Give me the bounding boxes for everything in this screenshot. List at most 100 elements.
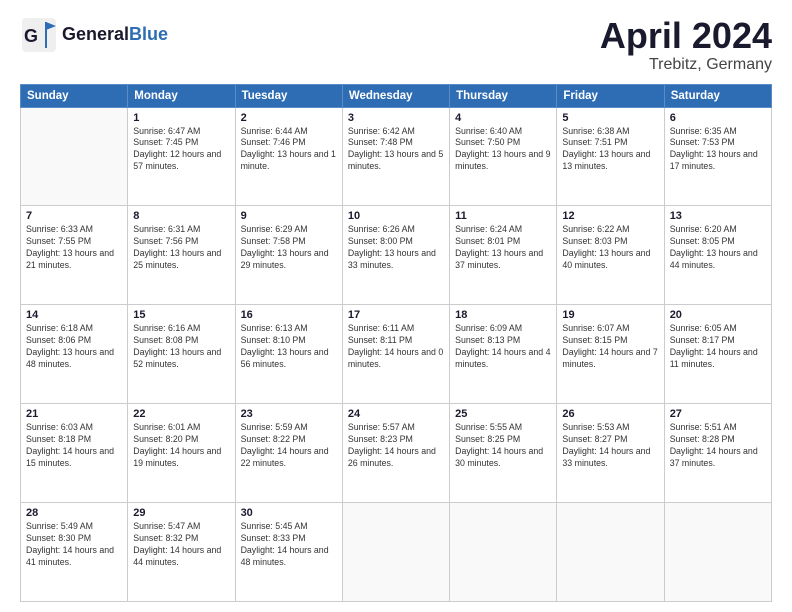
title-block: April 2024 Trebitz, Germany xyxy=(600,16,772,74)
calendar-header-row: SundayMondayTuesdayWednesdayThursdayFrid… xyxy=(21,84,772,107)
cell-day-number: 15 xyxy=(133,309,229,321)
cell-info: Sunrise: 5:51 AMSunset: 8:28 PMDaylight:… xyxy=(670,422,766,470)
calendar-cell: 1 Sunrise: 6:47 AMSunset: 7:45 PMDaylight… xyxy=(128,107,235,206)
cell-day-number: 12 xyxy=(562,210,658,222)
cell-info: Sunrise: 6:20 AMSunset: 8:05 PMDaylight:… xyxy=(670,224,766,272)
calendar-cell: 28Sunrise: 5:49 AMSunset: 8:30 PMDayligh… xyxy=(21,503,128,602)
cell-info: Sunrise: 5:53 AMSunset: 8:27 PMDaylight:… xyxy=(562,422,658,470)
cell-day-number: 2 xyxy=(241,112,337,124)
header: G GeneralBlue April 2024 Trebitz, German… xyxy=(20,16,772,74)
cell-day-number: 20 xyxy=(670,309,766,321)
calendar-day-header: Monday xyxy=(128,84,235,107)
logo: G GeneralBlue xyxy=(20,16,168,54)
calendar-week-row: 1 Sunrise: 6:47 AMSunset: 7:45 PMDaylight… xyxy=(21,107,772,206)
cell-day-number: 9 xyxy=(241,210,337,222)
cell-info: Sunrise: 6:16 AMSunset: 8:08 PMDaylight:… xyxy=(133,323,229,371)
calendar-cell: 4 Sunrise: 6:40 AMSunset: 7:50 PMDaylight… xyxy=(450,107,557,206)
calendar-cell: 3 Sunrise: 6:42 AMSunset: 7:48 PMDaylight… xyxy=(342,107,449,206)
cell-day-number: 21 xyxy=(26,408,122,420)
cell-info: Sunrise: 6:35 AMSunset: 7:53 PMDaylight:… xyxy=(670,126,766,174)
cell-info: Sunrise: 6:42 AMSunset: 7:48 PMDaylight:… xyxy=(348,126,444,174)
calendar-cell: 18Sunrise: 6:09 AMSunset: 8:13 PMDayligh… xyxy=(450,305,557,404)
cell-info: Sunrise: 5:45 AMSunset: 8:33 PMDaylight:… xyxy=(241,521,337,569)
calendar-cell: 2Sunrise: 6:44 AMSunset: 7:46 PMDaylight… xyxy=(235,107,342,206)
cell-day-number: 5 xyxy=(562,112,658,124)
calendar-week-row: 14Sunrise: 6:18 AMSunset: 8:06 PMDayligh… xyxy=(21,305,772,404)
calendar-week-row: 28Sunrise: 5:49 AMSunset: 8:30 PMDayligh… xyxy=(21,503,772,602)
cell-info: Sunrise: 5:57 AMSunset: 8:23 PMDaylight:… xyxy=(348,422,444,470)
cell-info: Sunrise: 6:01 AMSunset: 8:20 PMDaylight:… xyxy=(133,422,229,470)
cell-day-number: 29 xyxy=(133,507,229,519)
cell-info: Sunrise: 6:13 AMSunset: 8:10 PMDaylight:… xyxy=(241,323,337,371)
cell-info: Sunrise: 6:38 AMSunset: 7:51 PMDaylight:… xyxy=(562,126,658,174)
cell-day-number: 26 xyxy=(562,408,658,420)
cell-info: Sunrise: 6:05 AMSunset: 8:17 PMDaylight:… xyxy=(670,323,766,371)
cell-day-number: 8 xyxy=(133,210,229,222)
calendar-cell: 10 Sunrise: 6:26 AMSunset: 8:00 PMDayligh… xyxy=(342,206,449,305)
calendar-cell: 9 Sunrise: 6:29 AMSunset: 7:58 PMDaylight… xyxy=(235,206,342,305)
cell-day-number: 10 xyxy=(348,210,444,222)
calendar-day-header: Sunday xyxy=(21,84,128,107)
calendar-cell xyxy=(664,503,771,602)
cell-info: Sunrise: 6:31 AMSunset: 7:56 PMDaylight:… xyxy=(133,224,229,272)
cell-day-number: 16 xyxy=(241,309,337,321)
cell-info: Sunrise: 6:09 AMSunset: 8:13 PMDaylight:… xyxy=(455,323,551,371)
calendar-cell: 5 Sunrise: 6:38 AMSunset: 7:51 PMDaylight… xyxy=(557,107,664,206)
calendar-day-header: Friday xyxy=(557,84,664,107)
cell-day-number: 13 xyxy=(670,210,766,222)
cell-day-number: 14 xyxy=(26,309,122,321)
calendar-cell: 27 Sunrise: 5:51 AMSunset: 8:28 PMDayligh… xyxy=(664,404,771,503)
cell-day-number: 1 xyxy=(133,112,229,124)
cell-day-number: 25 xyxy=(455,408,551,420)
calendar-cell: 24 Sunrise: 5:57 AMSunset: 8:23 PMDayligh… xyxy=(342,404,449,503)
calendar-cell: 11Sunrise: 6:24 AMSunset: 8:01 PMDayligh… xyxy=(450,206,557,305)
cell-day-number: 28 xyxy=(26,507,122,519)
calendar-cell: 16 Sunrise: 6:13 AMSunset: 8:10 PMDayligh… xyxy=(235,305,342,404)
cell-info: Sunrise: 6:26 AMSunset: 8:00 PMDaylight:… xyxy=(348,224,444,272)
cell-info: Sunrise: 6:40 AMSunset: 7:50 PMDaylight:… xyxy=(455,126,551,174)
calendar-table: SundayMondayTuesdayWednesdayThursdayFrid… xyxy=(20,84,772,602)
calendar-cell: 14Sunrise: 6:18 AMSunset: 8:06 PMDayligh… xyxy=(21,305,128,404)
calendar-cell: 25 Sunrise: 5:55 AMSunset: 8:25 PMDayligh… xyxy=(450,404,557,503)
calendar-cell xyxy=(342,503,449,602)
cell-day-number: 27 xyxy=(670,408,766,420)
calendar-cell: 8 Sunrise: 6:31 AMSunset: 7:56 PMDaylight… xyxy=(128,206,235,305)
cell-info: Sunrise: 6:11 AMSunset: 8:11 PMDaylight:… xyxy=(348,323,444,371)
cell-info: Sunrise: 6:03 AMSunset: 8:18 PMDaylight:… xyxy=(26,422,122,470)
cell-day-number: 17 xyxy=(348,309,444,321)
page: G GeneralBlue April 2024 Trebitz, German… xyxy=(0,0,792,612)
cell-day-number: 4 xyxy=(455,112,551,124)
cell-day-number: 6 xyxy=(670,112,766,124)
calendar-week-row: 7 Sunrise: 6:33 AMSunset: 7:55 PMDaylight… xyxy=(21,206,772,305)
cell-info: Sunrise: 6:33 AMSunset: 7:55 PMDaylight:… xyxy=(26,224,122,272)
calendar-cell: 30 Sunrise: 5:45 AMSunset: 8:33 PMDayligh… xyxy=(235,503,342,602)
calendar-cell: 15 Sunrise: 6:16 AMSunset: 8:08 PMDayligh… xyxy=(128,305,235,404)
calendar-day-header: Saturday xyxy=(664,84,771,107)
cell-day-number: 3 xyxy=(348,112,444,124)
cell-info: Sunrise: 6:29 AMSunset: 7:58 PMDaylight:… xyxy=(241,224,337,272)
cell-day-number: 24 xyxy=(348,408,444,420)
logo-icon: G xyxy=(20,16,58,54)
cell-info: Sunrise: 5:55 AMSunset: 8:25 PMDaylight:… xyxy=(455,422,551,470)
calendar-cell: 29 Sunrise: 5:47 AMSunset: 8:32 PMDayligh… xyxy=(128,503,235,602)
calendar-cell: 6 Sunrise: 6:35 AMSunset: 7:53 PMDaylight… xyxy=(664,107,771,206)
cell-day-number: 30 xyxy=(241,507,337,519)
calendar-week-row: 21 Sunrise: 6:03 AMSunset: 8:18 PMDayligh… xyxy=(21,404,772,503)
page-subtitle: Trebitz, Germany xyxy=(600,56,772,74)
calendar-cell: 20 Sunrise: 6:05 AMSunset: 8:17 PMDayligh… xyxy=(664,305,771,404)
calendar-cell: 22Sunrise: 6:01 AMSunset: 8:20 PMDayligh… xyxy=(128,404,235,503)
cell-day-number: 7 xyxy=(26,210,122,222)
calendar-cell: 26 Sunrise: 5:53 AMSunset: 8:27 PMDayligh… xyxy=(557,404,664,503)
calendar-cell xyxy=(450,503,557,602)
page-title: April 2024 xyxy=(600,16,772,56)
calendar-cell: 21 Sunrise: 6:03 AMSunset: 8:18 PMDayligh… xyxy=(21,404,128,503)
cell-info: Sunrise: 6:22 AMSunset: 8:03 PMDaylight:… xyxy=(562,224,658,272)
calendar-cell: 7 Sunrise: 6:33 AMSunset: 7:55 PMDaylight… xyxy=(21,206,128,305)
cell-info: Sunrise: 6:47 AMSunset: 7:45 PMDaylight:… xyxy=(133,126,229,174)
calendar-cell: 19 Sunrise: 6:07 AMSunset: 8:15 PMDayligh… xyxy=(557,305,664,404)
cell-info: Sunrise: 5:47 AMSunset: 8:32 PMDaylight:… xyxy=(133,521,229,569)
logo-general: General xyxy=(62,24,129,44)
cell-day-number: 19 xyxy=(562,309,658,321)
cell-info: Sunrise: 6:07 AMSunset: 8:15 PMDaylight:… xyxy=(562,323,658,371)
logo-blue: Blue xyxy=(129,24,168,44)
